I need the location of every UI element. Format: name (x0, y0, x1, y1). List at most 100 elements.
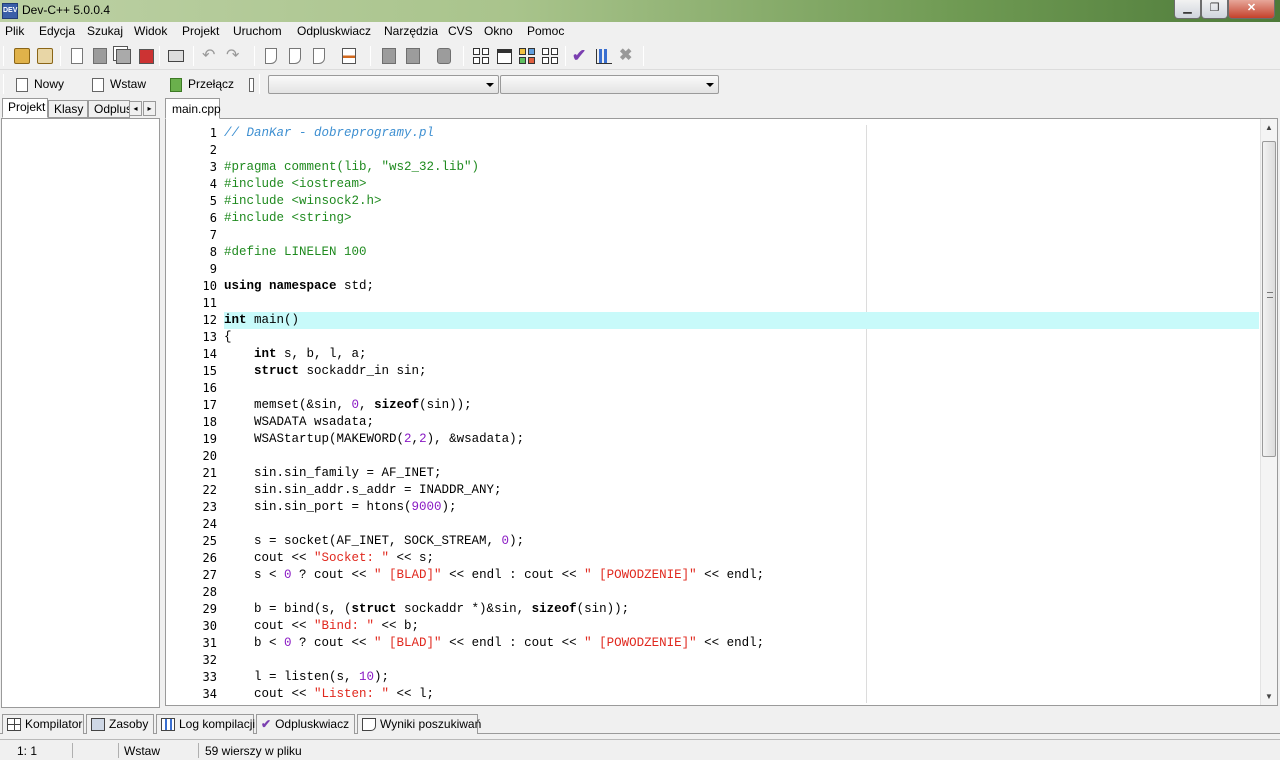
open-project-button[interactable] (13, 47, 31, 65)
menu-widok[interactable]: Widok (134, 24, 167, 38)
scroll-down-button[interactable]: ▼ (1261, 688, 1277, 705)
rebuild-all-button[interactable] (541, 47, 559, 65)
delete-profile-button[interactable]: ✖ (619, 47, 637, 65)
menu-projekt[interactable]: Projekt (182, 24, 219, 38)
line-number: 5 (209, 194, 217, 208)
tab-kompilator[interactable]: Kompilator (2, 714, 84, 734)
code-line[interactable]: cout << "Socket: " << s; (224, 550, 1259, 567)
new-class-button[interactable]: Nowy (16, 75, 64, 93)
code-line[interactable]: cout << "Bind: " << b; (224, 618, 1259, 635)
debug-button[interactable]: ✔ (572, 47, 590, 65)
add-to-project-button[interactable] (380, 47, 398, 65)
member-combo[interactable] (500, 75, 719, 94)
code-area[interactable]: // DanKar - dobreprogramy.pl #pragma com… (224, 125, 1259, 703)
tab-projekt[interactable]: Projekt (2, 98, 48, 118)
menu-cvs[interactable]: CVS (448, 24, 473, 38)
code-line[interactable]: #pragma comment(lib, "ws2_32.lib") (224, 159, 1259, 176)
code-line[interactable]: // DanKar - dobreprogramy.pl (224, 125, 1259, 142)
undo-button[interactable]: ↶ (202, 47, 220, 65)
tab-odpluskwiacz[interactable]: Odplus (88, 100, 130, 118)
menu-szukaj[interactable]: Szukaj (87, 24, 123, 38)
code-line[interactable] (224, 516, 1259, 533)
print-button[interactable] (167, 47, 185, 65)
code-line[interactable]: b < 0 ? cout << " [BLAD]" << endl : cout… (224, 635, 1259, 652)
bottom-panel-splitter[interactable] (0, 736, 1280, 740)
menu-narzedzia[interactable]: Narzędzia (384, 24, 438, 38)
menu-okno[interactable]: Okno (484, 24, 513, 38)
code-line[interactable]: cout << "Listen: " << l; (224, 686, 1259, 703)
code-line[interactable]: int s, b, l, a; (224, 346, 1259, 363)
code-line[interactable]: using namespace std; (224, 278, 1259, 295)
find-next-button[interactable] (310, 47, 328, 65)
find-next-icon (313, 48, 325, 64)
insert-button[interactable]: Wstaw (92, 75, 146, 93)
code-line[interactable]: struct sockaddr_in sin; (224, 363, 1259, 380)
code-line[interactable] (224, 448, 1259, 465)
code-line[interactable]: l = listen(s, 10); (224, 669, 1259, 686)
code-line[interactable] (224, 261, 1259, 278)
vertical-scrollbar[interactable]: ▲ ▼ (1260, 119, 1277, 705)
menu-odpluskwiacz[interactable]: Odpluskwiacz (297, 24, 371, 38)
code-line[interactable]: { (224, 329, 1259, 346)
redo-button[interactable]: ↷ (226, 47, 244, 65)
grid-icon (7, 718, 21, 732)
compile-run-button[interactable] (518, 47, 536, 65)
save-all-button[interactable] (114, 47, 132, 65)
save-button[interactable] (91, 47, 109, 65)
code-line[interactable]: memset(&sin, 0, sizeof(sin)); (224, 397, 1259, 414)
code-line[interactable] (224, 584, 1259, 601)
tab-zasoby[interactable]: Zasoby (86, 714, 154, 734)
editor-tab-main-cpp[interactable]: main.cpp (165, 98, 221, 119)
scrollbar-thumb[interactable] (1262, 141, 1276, 457)
menu-pomoc[interactable]: Pomoc (527, 24, 564, 38)
tab-log-kompilacji[interactable]: Log kompilacji (156, 714, 256, 734)
tab-wyniki-poszukiwan[interactable]: Wyniki poszukiwań (357, 714, 481, 734)
code-line[interactable] (224, 380, 1259, 397)
code-line[interactable] (224, 227, 1259, 244)
profile-button[interactable] (595, 47, 613, 65)
code-line[interactable] (224, 295, 1259, 312)
code-line[interactable]: WSAStartup(MAKEWORD(2,2), &wsadata); (224, 431, 1259, 448)
tab-scroll-left-button[interactable]: ◂ (129, 101, 142, 116)
project-options-button[interactable] (435, 47, 453, 65)
current-code-line[interactable]: int main() (224, 312, 1259, 329)
goto-line-button[interactable] (340, 47, 358, 65)
scroll-up-button[interactable]: ▲ (1261, 119, 1277, 136)
code-line[interactable]: WSADATA wsadata; (224, 414, 1259, 431)
code-line[interactable]: s < 0 ? cout << " [BLAD]" << endl : cout… (224, 567, 1259, 584)
project-tree[interactable] (1, 118, 160, 708)
tab-scroll-right-button[interactable]: ▸ (143, 101, 156, 116)
code-line[interactable]: #define LINELEN 100 (224, 244, 1259, 261)
code-line[interactable]: #include <iostream> (224, 176, 1259, 193)
tab-klasy[interactable]: Klasy (48, 100, 88, 118)
find-button[interactable] (262, 47, 280, 65)
class-combo[interactable] (268, 75, 499, 94)
code-line[interactable]: sin.sin_addr.s_addr = INADDR_ANY; (224, 482, 1259, 499)
code-line[interactable]: s = socket(AF_INET, SOCK_STREAM, 0); (224, 533, 1259, 550)
close-button[interactable]: ✕ (1228, 0, 1275, 19)
replace-button[interactable] (286, 47, 304, 65)
minimize-button[interactable]: ▁ (1174, 0, 1201, 19)
remove-from-project-button[interactable] (404, 47, 422, 65)
run-button[interactable] (495, 47, 513, 65)
maximize-button[interactable]: ❐ (1201, 0, 1228, 19)
toggle-button[interactable]: Przełącz (170, 75, 234, 93)
code-line[interactable]: sin.sin_port = htons(9000); (224, 499, 1259, 516)
code-line[interactable] (224, 652, 1259, 669)
menu-plik[interactable]: Plik (5, 24, 24, 38)
code-line[interactable]: sin.sin_family = AF_INET; (224, 465, 1259, 482)
close-project-button[interactable] (36, 47, 54, 65)
menu-edycja[interactable]: Edycja (39, 24, 75, 38)
new-file-button[interactable] (68, 47, 86, 65)
menu-uruchom[interactable]: Uruchom (233, 24, 282, 38)
goto-button[interactable] (249, 75, 254, 93)
code-line[interactable]: #include <string> (224, 210, 1259, 227)
code-line[interactable] (224, 142, 1259, 159)
compile-button[interactable] (472, 47, 490, 65)
code-editor[interactable]: 1 2 3 4 5 6 7 8 9 10 11 12 13 14 15 16 17 18 19 20 21 22 23 24 2… (165, 118, 1278, 706)
code-line[interactable]: #include <winsock2.h> (224, 193, 1259, 210)
tab-odpluskwiacz[interactable]: ✔ Odpluskwiacz (256, 714, 355, 734)
close-file-button[interactable] (137, 47, 155, 65)
code-line[interactable]: b = bind(s, (struct sockaddr *)&sin, siz… (224, 601, 1259, 618)
tab-label: Log kompilacji (179, 717, 256, 731)
